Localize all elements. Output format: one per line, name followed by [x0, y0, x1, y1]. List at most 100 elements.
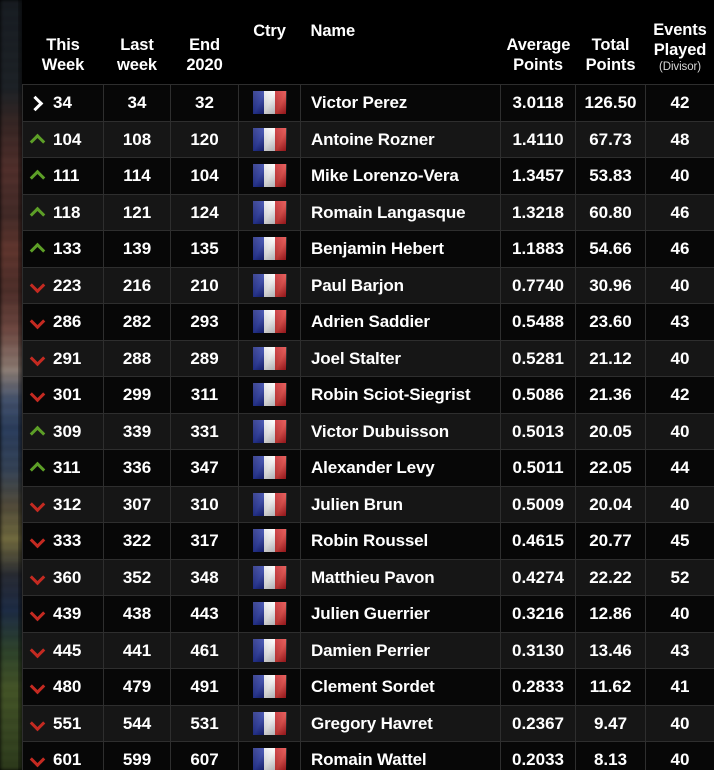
column-header-name[interactable]: Name [300, 0, 501, 85]
chevron-up-icon [31, 461, 44, 474]
column-header-events-played[interactable]: Events Played (Divisor) [645, 0, 714, 85]
flag-band-b2 [263, 675, 276, 699]
cell-total-points: 23.60 [575, 303, 646, 341]
cell-player-name[interactable]: Mike Lorenzo-Vera [300, 157, 501, 195]
cell-events-played: 40 [645, 339, 714, 377]
flag-band-b2 [263, 273, 276, 297]
table-row[interactable]: 133 139 135 Benjamin Hebert 1.1883 54.66 46 [22, 230, 714, 268]
this-week-rank: 439 [53, 604, 82, 624]
cell-player-name[interactable]: Victor Perez [300, 84, 501, 122]
table-row[interactable]: 309 339 331 Victor Dubuisson 0.5013 20.05 40 [22, 412, 714, 450]
table-row[interactable]: 291 288 289 Joel Stalter 0.5281 21.12 40 [22, 339, 714, 377]
cell-average-points: 0.5086 [500, 376, 576, 414]
cell-country [238, 120, 301, 158]
flag-france-icon [252, 164, 287, 188]
table-row[interactable]: 301 299 311 Robin Sciot-Siegrist 0.5086 21.36… [22, 376, 714, 414]
table-row[interactable]: 111 114 104 Mike Lorenzo-Vera 1.3457 53.83 40 [22, 157, 714, 195]
cell-player-name[interactable]: Romain Wattel [300, 741, 501, 770]
table-row[interactable]: 445 441 461 Damien Perrier 0.3130 13.46 43 [22, 631, 714, 669]
cell-player-name[interactable]: Romain Langasque [300, 193, 501, 231]
cell-last-week: 288 [103, 339, 171, 377]
cell-country [238, 303, 301, 341]
this-week-rank: 223 [53, 275, 82, 295]
cell-last-week: 322 [103, 522, 171, 560]
flag-france-icon [252, 127, 287, 151]
table-row[interactable]: 439 438 443 Julien Guerrier 0.3216 12.86 40 [22, 595, 714, 633]
this-week-wrapper: 333 [28, 532, 98, 549]
chevron-up-icon [31, 133, 44, 146]
column-header-average-points[interactable]: Average Points [500, 0, 576, 85]
cell-player-name[interactable]: Julien Guerrier [300, 595, 501, 633]
flag-band-b1 [252, 346, 264, 370]
cell-player-name[interactable]: Benjamin Hebert [300, 230, 501, 268]
flag-france-icon [252, 675, 287, 699]
cell-last-week: 34 [103, 84, 171, 122]
flag-band-b1 [252, 419, 264, 443]
table-row[interactable]: 480 479 491 Clement Sordet 0.2833 11.62 41 [22, 668, 714, 706]
cell-player-name[interactable]: Robin Roussel [300, 522, 501, 560]
chevron-down-icon [31, 680, 44, 693]
flag-band-b3 [275, 748, 287, 770]
this-week-rank: 34 [53, 93, 72, 113]
flag-band-b2 [263, 419, 276, 443]
cell-player-name[interactable]: Victor Dubuisson [300, 412, 501, 450]
cell-total-points: 20.77 [575, 522, 646, 560]
table-row[interactable]: 551 544 531 Gregory Havret 0.2367 9.47 40 [22, 704, 714, 742]
this-week-wrapper: 445 [28, 642, 98, 659]
flag-band-b3 [275, 164, 287, 188]
cell-country [238, 84, 301, 122]
cell-player-name[interactable]: Julien Brun [300, 485, 501, 523]
table-row[interactable]: 286 282 293 Adrien Saddier 0.5488 23.60 43 [22, 303, 714, 341]
table-row[interactable]: 118 121 124 Romain Langasque 1.3218 60.80 46 [22, 193, 714, 231]
cell-player-name[interactable]: Robin Sciot-Siegrist [300, 376, 501, 414]
cell-end-2020: 491 [170, 668, 239, 706]
cell-player-name[interactable]: Gregory Havret [300, 704, 501, 742]
cell-player-name[interactable]: Paul Barjon [300, 266, 501, 304]
cell-this-week: 333 [22, 522, 104, 560]
cell-country [238, 595, 301, 633]
column-header-total-points[interactable]: Total Points [575, 0, 646, 85]
table-row[interactable]: 311 336 347 Alexander Levy 0.5011 22.05 44 [22, 449, 714, 487]
chevron-up-icon [31, 169, 44, 182]
column-header-this-week[interactable]: This Week [22, 0, 104, 85]
table-row[interactable]: 601 599 607 Romain Wattel 0.2033 8.13 40 [22, 741, 714, 770]
cell-events-played: 46 [645, 230, 714, 268]
cell-total-points: 12.86 [575, 595, 646, 633]
cell-player-name[interactable]: Clement Sordet [300, 668, 501, 706]
table-row[interactable]: 312 307 310 Julien Brun 0.5009 20.04 40 [22, 485, 714, 523]
this-week-wrapper: 601 [28, 751, 98, 768]
column-header-end-2020[interactable]: End 2020 [170, 0, 239, 85]
this-week-rank: 312 [53, 494, 82, 514]
flag-france-icon [252, 638, 287, 662]
this-week-rank: 311 [53, 458, 81, 478]
flag-france-icon [252, 310, 287, 334]
table-row[interactable]: 360 352 348 Matthieu Pavon 0.4274 22.22 52 [22, 558, 714, 596]
table-row[interactable]: 34 34 32 Victor Perez 3.0118 126.50 42 [22, 84, 714, 122]
cell-player-name[interactable]: Damien Perrier [300, 631, 501, 669]
cell-this-week: 111 [22, 157, 104, 195]
table-row[interactable]: 223 216 210 Paul Barjon 0.7740 30.96 40 [22, 266, 714, 304]
cell-player-name[interactable]: Adrien Saddier [300, 303, 501, 341]
cell-last-week: 216 [103, 266, 171, 304]
column-header-last-week[interactable]: Last week [103, 0, 171, 85]
cell-player-name[interactable]: Antoine Rozner [300, 120, 501, 158]
cell-average-points: 1.4110 [500, 120, 576, 158]
flag-france-icon [252, 419, 287, 443]
table-header: This Week Last week End 2020 Ctry Name A… [22, 0, 714, 85]
cell-this-week: 223 [22, 266, 104, 304]
flag-band-b3 [275, 383, 287, 407]
cell-player-name[interactable]: Alexander Levy [300, 449, 501, 487]
table-row[interactable]: 104 108 120 Antoine Rozner 1.4110 67.73 48 [22, 120, 714, 158]
cell-this-week: 301 [22, 376, 104, 414]
flag-france-icon [252, 200, 287, 224]
header-line-2: 2020 [186, 55, 223, 74]
cell-player-name[interactable]: Matthieu Pavon [300, 558, 501, 596]
column-header-country[interactable]: Ctry [238, 0, 301, 85]
this-week-rank: 551 [53, 713, 82, 733]
this-week-wrapper: 223 [28, 277, 98, 294]
table-row[interactable]: 333 322 317 Robin Roussel 0.4615 20.77 45 [22, 522, 714, 560]
header-line-2: Week [41, 55, 85, 74]
flag-band-b1 [252, 127, 264, 151]
cell-total-points: 22.22 [575, 558, 646, 596]
cell-player-name[interactable]: Joel Stalter [300, 339, 501, 377]
